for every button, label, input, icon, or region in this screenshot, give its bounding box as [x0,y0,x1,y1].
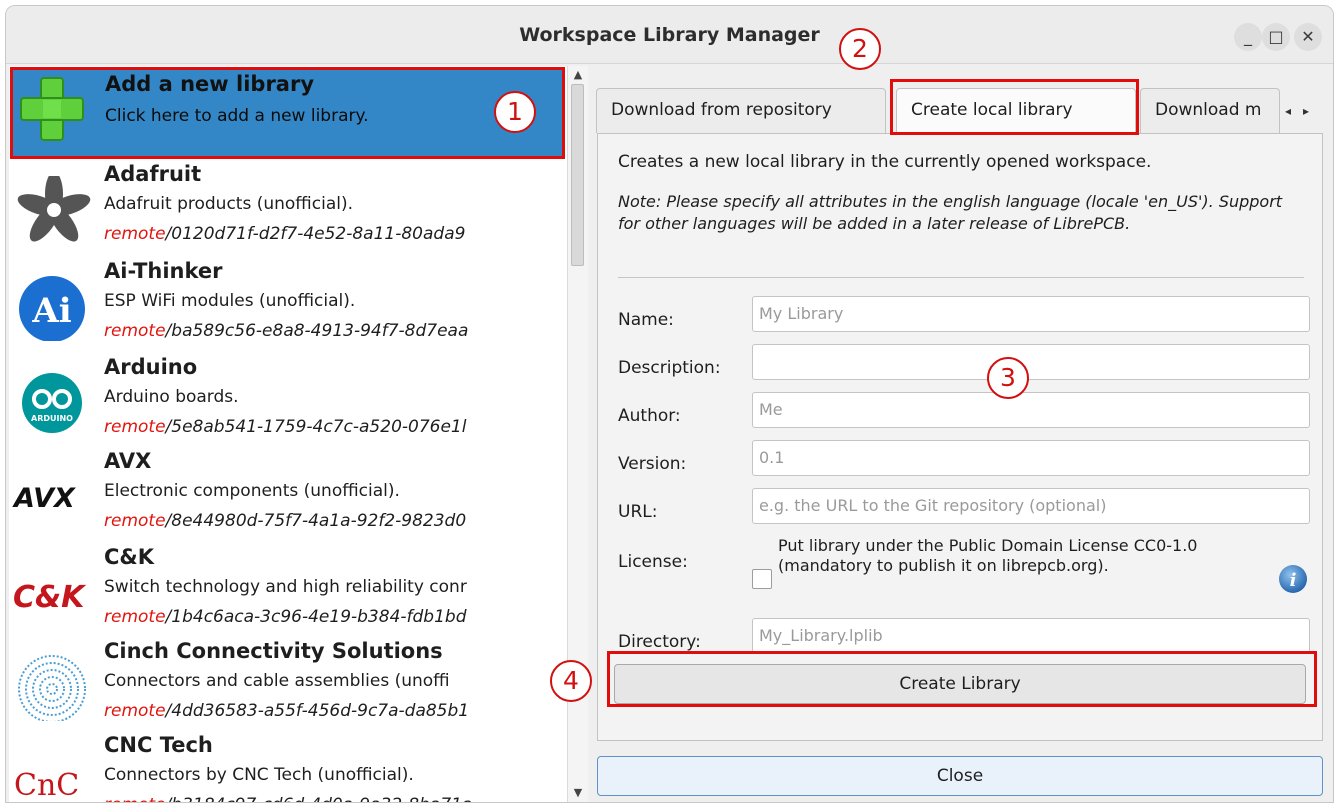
library-path: remote/b3184c97-cd6d-4d0a-9a32-8ba71a [104,795,472,802]
plus-icon [20,77,84,141]
library-manager-window: Workspace Library Manager _ □ ✕ Add a ne… [5,5,1334,803]
library-item-adafruit[interactable]: Adafruit Adafruit products (unofficial).… [9,162,567,257]
author-label: Author: [618,406,681,426]
marker-4: 4 [550,660,592,702]
directory-label: Directory: [618,632,701,652]
cinch-logo [18,655,86,721]
license-label: License: [618,552,688,572]
name-label: Name: [618,310,674,330]
license-text[interactable]: Put library under the Public Domain Lice… [778,536,1218,576]
library-name: Adafruit [104,162,202,186]
library-path: remote/0120d71f-d2f7-4e52-8a11-80ada9 [104,224,466,244]
library-item-arduino[interactable]: ARDUINO Arduino Arduino boards. remote/5… [9,355,567,450]
directory-field[interactable]: My_Library.lplib [752,618,1310,654]
ai-thinker-logo: Ai [19,276,85,341]
close-button[interactable]: Close [597,756,1323,796]
library-item-ai-thinker[interactable]: Ai Ai-Thinker ESP WiFi modules (unoffici… [9,259,567,354]
library-description: ESP WiFi modules (unofficial). [104,291,356,311]
library-name: C&K [104,545,154,569]
title-bar[interactable]: Workspace Library Manager _ □ ✕ [6,6,1333,64]
maximize-button[interactable]: □ [1262,23,1290,51]
arduino-logo: ARDUINO [22,373,82,433]
info-icon[interactable]: i [1278,564,1308,594]
url-field[interactable]: e.g. the URL to the Git repository (opti… [752,488,1310,524]
minimize-button[interactable]: _ [1234,23,1262,51]
library-name: CNC Tech [104,733,213,757]
marker-1: 1 [494,91,536,133]
svg-text:C&K: C&K [13,580,87,615]
svg-text:CnC: CnC [14,768,79,803]
library-path: remote/8e44980d-75f7-4a1a-92f2-9823d0 [104,511,467,531]
avx-logo: AVX [12,483,76,514]
license-checkbox[interactable] [752,569,772,589]
library-name: Cinch Connectivity Solutions [104,639,443,663]
tab-download-more[interactable]: Download m [1140,88,1280,133]
name-field[interactable]: My Library [752,296,1310,332]
library-description: Connectors and cable assemblies (unoffi [104,671,450,691]
create-local-library-panel: Creates a new local library in the curre… [597,133,1323,741]
language-note: Note: Please specify all attributes in t… [618,192,1283,233]
tab-create-local-library[interactable]: Create local library [896,88,1136,133]
svg-text:i: i [1290,570,1297,591]
svg-text:Ai: Ai [31,291,71,331]
library-item-cinch[interactable]: Cinch Connectivity Solutions Connectors … [9,639,567,734]
library-name: Ai-Thinker [104,259,223,283]
library-description: Arduino boards. [104,387,239,407]
cnc-tech-logo: CnC [14,768,79,803]
library-path: remote/5e8ab541-1759-4c7c-a520-076e1l [104,417,467,437]
window-title: Workspace Library Manager [519,24,820,46]
intro-text: Creates a new local library in the curre… [618,152,1152,172]
add-library-hint: Click here to add a new library. [105,106,369,126]
scrollbar-thumb[interactable] [571,84,584,266]
version-field[interactable]: 0.1 [752,440,1310,476]
library-path: remote/ba589c56-e8a8-4913-94f7-8d7eaa [104,321,469,341]
library-item-ck[interactable]: C&K C&K Switch technology and high relia… [9,545,567,640]
library-item-cnc-tech[interactable]: CnC CNC Tech Connectors by CNC Tech (uno… [9,733,567,803]
library-name: AVX [104,449,152,473]
author-field[interactable]: Me [752,392,1310,428]
tab-download-from-repository[interactable]: Download from repository [596,88,886,133]
svg-text:ARDUINO: ARDUINO [31,414,73,423]
description-field[interactable] [752,344,1310,380]
marker-3: 3 [987,357,1029,399]
tab-scroll-left-icon[interactable]: ◂ [1280,99,1296,123]
marker-2: 2 [839,28,881,70]
library-path: remote/1b4c6aca-3c96-4e19-b384-fdb1bd [104,607,467,627]
url-label: URL: [618,502,658,522]
tab-bar: Download from repository Create local li… [596,88,1326,133]
library-name: Arduino [104,355,198,379]
svg-text:AVX: AVX [12,483,76,514]
library-path: remote/4dd36583-a55f-456d-9c7a-da85b1 [104,701,470,721]
divider [618,277,1304,278]
library-list[interactable]: Add a new library Click here to add a ne… [9,66,567,803]
scroll-down-arrow-icon[interactable]: ▼ [568,786,588,802]
version-label: Version: [618,454,687,474]
close-window-button[interactable]: ✕ [1294,23,1322,51]
add-library-item[interactable]: Add a new library Click here to add a ne… [10,67,565,159]
library-description: Adafruit products (unofficial). [104,194,353,214]
description-label: Description: [618,358,721,378]
scroll-up-arrow-icon[interactable]: ▲ [568,68,588,84]
ck-logo: C&K [13,580,87,615]
library-description: Connectors by CNC Tech (unofficial). [104,765,414,785]
create-library-button[interactable]: Create Library [614,664,1306,704]
library-item-avx[interactable]: AVX AVX Electronic components (unofficia… [9,449,567,544]
tab-scroll-right-icon[interactable]: ▸ [1298,99,1314,123]
add-library-title: Add a new library [105,72,315,96]
library-description: Switch technology and high reliability c… [104,577,467,597]
library-description: Electronic components (unofficial). [104,481,400,501]
adafruit-star-icon [17,176,91,242]
